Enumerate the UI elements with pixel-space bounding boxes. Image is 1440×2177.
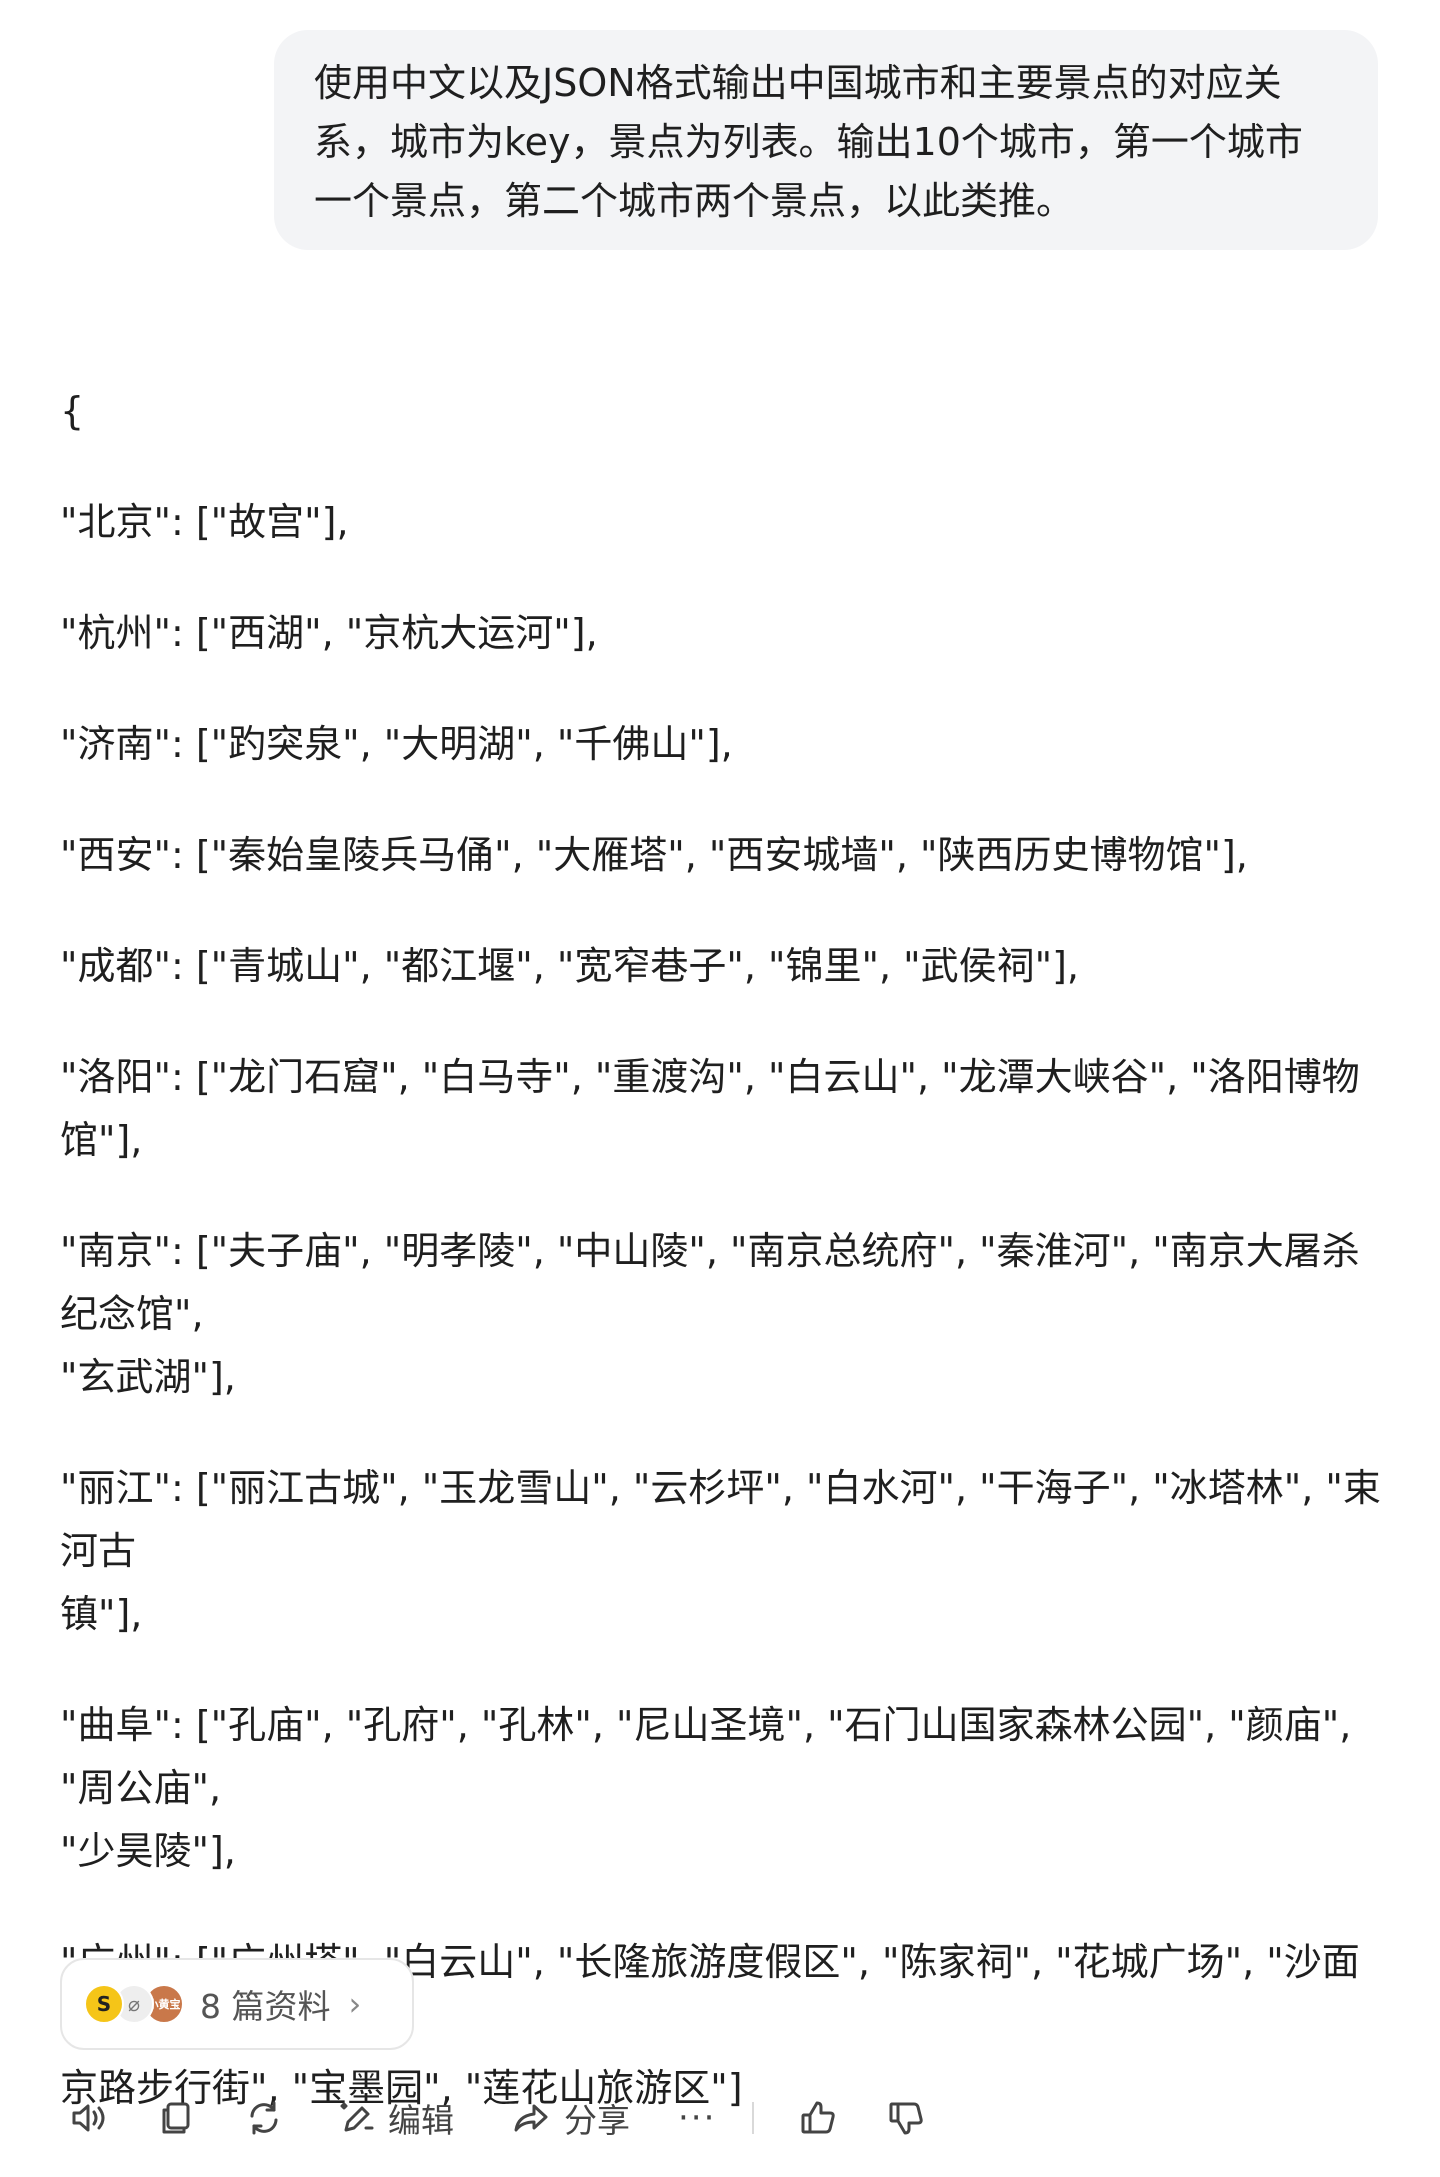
chevron-right-icon: › — [348, 1985, 362, 2023]
edit-button[interactable]: 编辑 — [336, 2094, 454, 2142]
answer-line: "杭州": ["西湖", "京杭大运河"], — [60, 611, 598, 655]
json-open-brace: { — [60, 389, 85, 433]
edit-label: 编辑 — [388, 2101, 454, 2140]
copy-icon — [162, 2102, 190, 2134]
source-avatar: S — [84, 1984, 124, 2024]
answer-line: "北京": ["故宫"], — [60, 500, 349, 544]
answer-line: "西安": ["秦始皇陵兵马俑", "大雁塔", "西安城墙", "陕西历史博物… — [60, 833, 1248, 877]
user-message-bubble: 使用中文以及JSON格式输出中国城市和主要景点的对应关 系，城市为key，景点为… — [274, 30, 1378, 250]
edit-sparkle-icon — [340, 2102, 374, 2132]
json-close-brace: } — [60, 2168, 1390, 2177]
regenerate-button[interactable] — [244, 2098, 284, 2138]
more-dots-icon: ··· — [678, 2098, 717, 2138]
answer-line: "丽江": ["丽江古城", "玉龙雪山", "云杉坪", "白水河", "干海… — [60, 1466, 1381, 1636]
share-label: 分享 — [564, 2101, 630, 2140]
share-arrow-icon — [514, 2104, 548, 2132]
copy-button[interactable] — [156, 2098, 196, 2138]
share-button[interactable]: 分享 — [512, 2094, 630, 2142]
thumbs-down-icon — [889, 2102, 924, 2135]
reference-source-avatars: S ⌀ 小黄宝 — [84, 1984, 184, 2024]
more-button[interactable]: ··· — [678, 2098, 716, 2138]
like-button[interactable] — [798, 2098, 838, 2138]
toolbar-divider — [752, 2102, 755, 2134]
answer-line: "曲阜": ["孔庙", "孔府", "孔林", "尼山圣境", "石门山国家森… — [60, 1703, 1352, 1873]
answer-line: "南京": ["夫子庙", "明孝陵", "中山陵", "南京总统府", "秦淮… — [60, 1229, 1360, 1399]
answer-line: "洛阳": ["龙门石窟", "白马寺", "重渡沟", "白云山", "龙潭大… — [60, 1055, 1360, 1162]
refresh-icon — [250, 2101, 278, 2135]
dislike-button[interactable] — [886, 2098, 926, 2138]
thumbs-up-icon — [801, 2101, 836, 2134]
speaker-icon — [72, 2104, 105, 2132]
message-action-toolbar: 编辑 分享 ··· — [60, 2083, 926, 2153]
answer-line: "济南": ["趵突泉", "大明湖", "千佛山"], — [60, 722, 733, 766]
read-aloud-button[interactable] — [68, 2098, 108, 2138]
answer-line: "成都": ["青城山", "都江堰", "宽窄巷子", "锦里", "武侯祠"… — [60, 944, 1079, 988]
references-button[interactable]: S ⌀ 小黄宝 8 篇资料 › — [60, 1958, 414, 2050]
assistant-answer: { "北京": ["故宫"], "杭州": ["西湖", "京杭大运河"], "… — [60, 380, 1390, 2177]
references-count-label: 8 篇资料 — [200, 1987, 331, 2026]
